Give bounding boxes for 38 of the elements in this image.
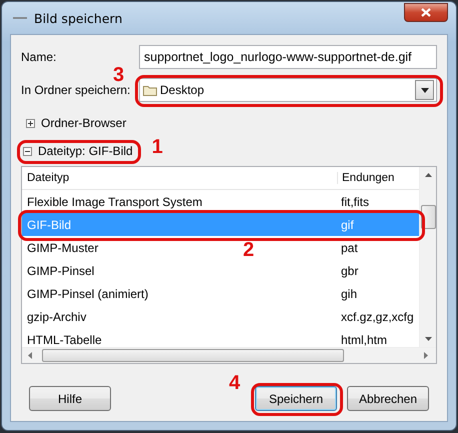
- field-label: Name:: [21, 50, 58, 64]
- folder-dropdown[interactable]: Desktop: [139, 78, 437, 102]
- dialog-button[interactable]: Abbrechen: [347, 386, 429, 411]
- close-icon: [421, 8, 431, 16]
- scroll-up-icon: [424, 173, 432, 177]
- dropdown-arrow-icon: [420, 88, 428, 92]
- close-button[interactable]: [404, 2, 448, 22]
- file-type-toggle[interactable]: Dateityp: GIF-Bild: [21, 143, 135, 159]
- table-cell[interactable]: fit,fits: [341, 194, 370, 208]
- scroll-down-icon: [424, 337, 432, 341]
- scroll-left-icon: [28, 352, 32, 359]
- table-cell[interactable]: Flexible Image Transport System: [27, 194, 202, 208]
- table-cell[interactable]: html,htm: [341, 332, 388, 346]
- folder-icon: [143, 84, 157, 96]
- table-cell[interactable]: gbr: [341, 264, 358, 278]
- table-cell[interactable]: gzip-Archiv: [27, 310, 86, 324]
- step-number: 1: [152, 136, 163, 159]
- vertical-scrollbar[interactable]: [419, 167, 436, 347]
- table-cell[interactable]: gih: [341, 286, 358, 300]
- table-cell[interactable]: xcf.gz,gz,xcfg: [341, 310, 414, 324]
- window-title: Bild speichern: [34, 10, 124, 26]
- scroll-thumb[interactable]: [42, 349, 344, 362]
- name-field[interactable]: supportnet_logo_nurlogo-www-supportnet-de.gif: [139, 45, 437, 69]
- folder-browser-toggle[interactable]: Ordner-Browser: [24, 115, 128, 131]
- table-cell[interactable]: GIMP-Pinsel: [27, 264, 94, 278]
- field-label: In Ordner speichern:: [21, 83, 132, 97]
- column-header[interactable]: Dateityp: [22, 172, 337, 184]
- dialog-button[interactable]: Speichern: [255, 386, 337, 411]
- dialog-button[interactable]: Hilfe: [29, 386, 111, 411]
- step-number: 2: [243, 239, 254, 262]
- table-cell[interactable]: pat: [341, 240, 358, 254]
- scroll-right-icon: [424, 352, 428, 359]
- table-cell[interactable]: GIMP-Pinsel (animiert): [27, 286, 148, 300]
- horizontal-scrollbar[interactable]: [22, 347, 436, 363]
- step-number: 3: [113, 64, 124, 86]
- step-number: 4: [229, 372, 240, 395]
- table-cell[interactable]: HTML-Tabelle: [27, 332, 102, 346]
- table-cell[interactable]: GIMP-Muster: [27, 240, 98, 254]
